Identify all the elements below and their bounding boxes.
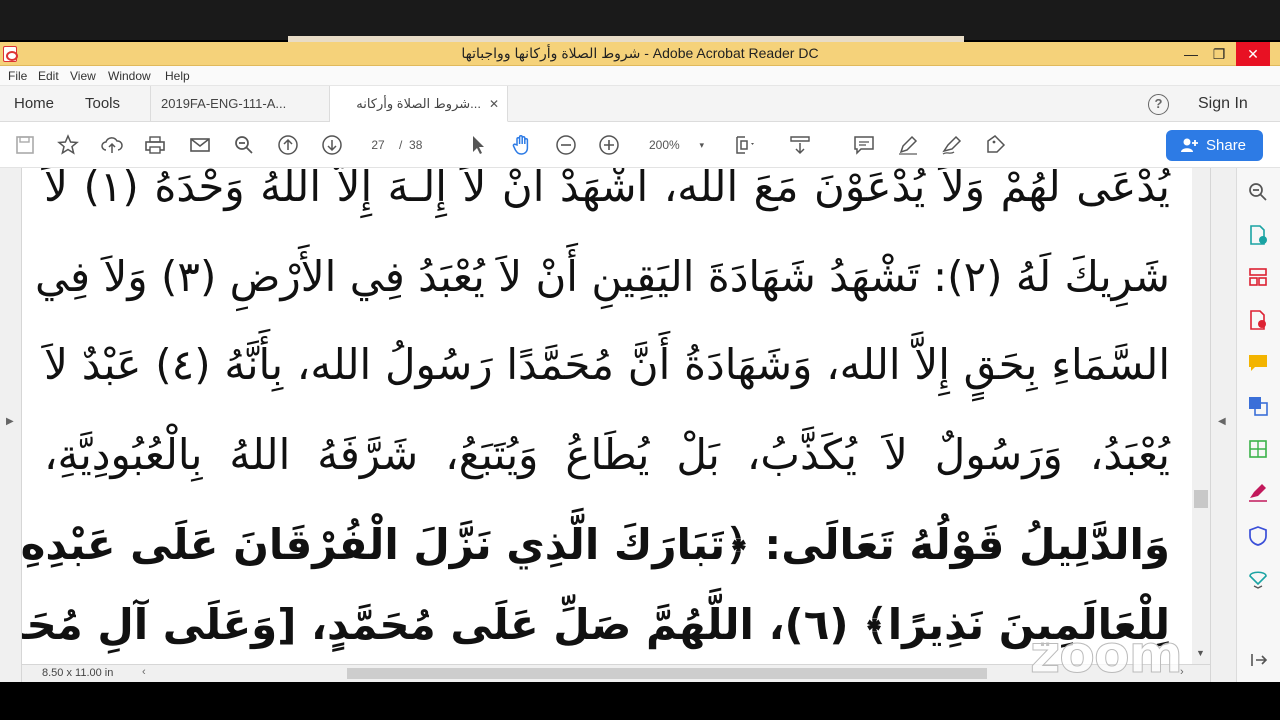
page-separator: / xyxy=(399,138,403,152)
create-pdf-icon[interactable] xyxy=(1246,308,1270,332)
scroll-mode-icon[interactable] xyxy=(788,133,812,157)
document-line: شَرِيكَ لَهُ (٢): تَشْهَدُ شَهَادَةَ الي… xyxy=(34,252,1170,301)
menu-view[interactable]: View xyxy=(70,69,96,83)
tab-label: شروط الصلاة وأركانه... xyxy=(356,96,481,111)
email-icon[interactable] xyxy=(188,133,212,157)
document-line: وَالدَّلِيلُ قَوْلُهُ تَعَالَى: ﴿تَبَارَ… xyxy=(22,520,1170,569)
nav-tools[interactable]: Tools xyxy=(85,95,120,112)
print-icon[interactable] xyxy=(143,133,167,157)
page-number-input[interactable]: 27 xyxy=(360,134,396,156)
scroll-down-icon[interactable]: ▼ xyxy=(1196,648,1205,658)
document-line: يُدْعَى لَهُمْ وَلاَ يُدْعَوْنَ مَعَ الل… xyxy=(44,168,1170,211)
tab-document-2[interactable]: شروط الصلاة وأركانه... ✕ xyxy=(330,86,508,122)
document-line: يُعْبَدُ، وَرَسُولٌ لاَ يُكَذَّبُ، بَلْ … xyxy=(44,430,1170,479)
vertical-scrollbar[interactable]: ▼ xyxy=(1192,168,1210,664)
document-line: السَّمَاءِ بِحَقٍ إِلاَّ الله، وَشَهَادَ… xyxy=(44,340,1170,389)
zoom-watermark-logo: zoom xyxy=(1030,625,1184,686)
collapse-tools-icon[interactable] xyxy=(1246,648,1270,672)
fill-sign-icon[interactable] xyxy=(1246,480,1270,504)
organize-pages-icon[interactable] xyxy=(1246,265,1270,289)
share-button[interactable]: Share xyxy=(1166,130,1263,161)
window-title: شروط الصلاة وأركانها وواجباتها - Adobe A… xyxy=(461,45,819,61)
menu-window[interactable]: Window xyxy=(108,69,151,83)
export-pdf-icon[interactable] xyxy=(1246,223,1270,247)
maximize-button[interactable]: ❐ xyxy=(1204,42,1234,66)
page-up-icon[interactable] xyxy=(276,133,300,157)
chevron-down-icon: ▾ xyxy=(699,140,704,150)
sign-icon[interactable] xyxy=(940,133,964,157)
collapse-right-pane-icon[interactable]: ◀ xyxy=(1218,416,1226,427)
upload-cloud-icon[interactable] xyxy=(100,133,124,157)
more-tools-icon[interactable] xyxy=(1246,566,1270,590)
scrollbar-thumb[interactable] xyxy=(1194,490,1208,508)
expand-left-pane-icon[interactable]: ▶ xyxy=(6,416,14,427)
protect-shield-icon[interactable] xyxy=(1246,524,1270,548)
scroll-left-icon[interactable]: ‹ xyxy=(142,666,146,678)
horizontal-scrollbar-thumb[interactable] xyxy=(347,668,987,679)
zoom-level-value: 200% xyxy=(649,138,680,152)
minimize-button[interactable]: — xyxy=(1176,42,1206,66)
fill-sign-icon[interactable] xyxy=(984,133,1008,157)
page-size-label: 8.50 x 11.00 in xyxy=(42,667,114,679)
menu-edit[interactable]: Edit xyxy=(38,69,59,83)
add-user-icon xyxy=(1181,138,1198,152)
video-top-strip xyxy=(0,0,1280,42)
zoom-level-select[interactable]: 200% ▾ xyxy=(640,134,710,156)
zoom-out-icon[interactable] xyxy=(554,133,578,157)
save-icon[interactable] xyxy=(13,133,37,157)
right-pane-toggle[interactable]: ◀ xyxy=(1210,168,1236,682)
bookmark-star-icon[interactable] xyxy=(56,133,80,157)
search-icon[interactable] xyxy=(232,133,256,157)
edit-pdf-icon[interactable] xyxy=(1246,437,1270,461)
document-line: لِلْعَالَمِينَ نَذِيرًا﴾ (٦)، اللَّهُمَّ… xyxy=(22,600,1170,649)
acrobat-app-icon xyxy=(3,46,18,62)
document-area: ▶ يُدْعَى لَهُمْ وَلاَ يُدْعَوْنَ مَعَ ا… xyxy=(0,168,1236,682)
sign-in-link[interactable]: Sign In xyxy=(1198,95,1248,113)
highlight-pen-icon[interactable] xyxy=(896,133,920,157)
comment-icon[interactable] xyxy=(1246,351,1270,375)
acrobat-window: شروط الصلاة وأركانها وواجباتها - Adobe A… xyxy=(0,42,1280,682)
toolbar: 27 / 38 200% ▾ Share xyxy=(0,122,1280,168)
tab-bar: Home Tools 2019FA-ENG-111-A... شروط الصل… xyxy=(0,86,1280,122)
share-label: Share xyxy=(1206,137,1247,154)
title-bar: شروط الصلاة وأركانها وواجباتها - Adobe A… xyxy=(0,42,1280,66)
tab-label: 2019FA-ENG-111-A... xyxy=(161,96,287,111)
select-arrow-icon[interactable] xyxy=(466,133,490,157)
tab-close-icon[interactable]: ✕ xyxy=(489,86,499,122)
left-pane-collapsed[interactable]: ▶ xyxy=(0,168,22,682)
translate-pdf-icon[interactable] xyxy=(1246,394,1270,418)
page-fit-icon[interactable] xyxy=(733,133,757,157)
nav-home[interactable]: Home xyxy=(14,95,54,112)
menu-help[interactable]: Help xyxy=(165,69,190,83)
tab-document-1[interactable]: 2019FA-ENG-111-A... xyxy=(150,86,330,122)
zoom-in-icon[interactable] xyxy=(597,133,621,157)
page-total: 38 xyxy=(409,138,423,152)
close-button[interactable]: ✕ xyxy=(1236,42,1270,66)
tools-pane xyxy=(1236,168,1280,682)
hand-icon[interactable] xyxy=(510,133,534,157)
page-count: / 38 xyxy=(399,134,422,156)
menu-file[interactable]: File xyxy=(8,69,27,83)
comment-icon[interactable] xyxy=(852,133,876,157)
search-icon[interactable] xyxy=(1246,180,1270,204)
help-icon[interactable]: ? xyxy=(1148,94,1169,115)
menu-bar: File Edit View Window Help xyxy=(0,66,1280,86)
pdf-page[interactable]: يُدْعَى لَهُمْ وَلاَ يُدْعَوْنَ مَعَ الل… xyxy=(22,168,1192,664)
page-down-icon[interactable] xyxy=(320,133,344,157)
